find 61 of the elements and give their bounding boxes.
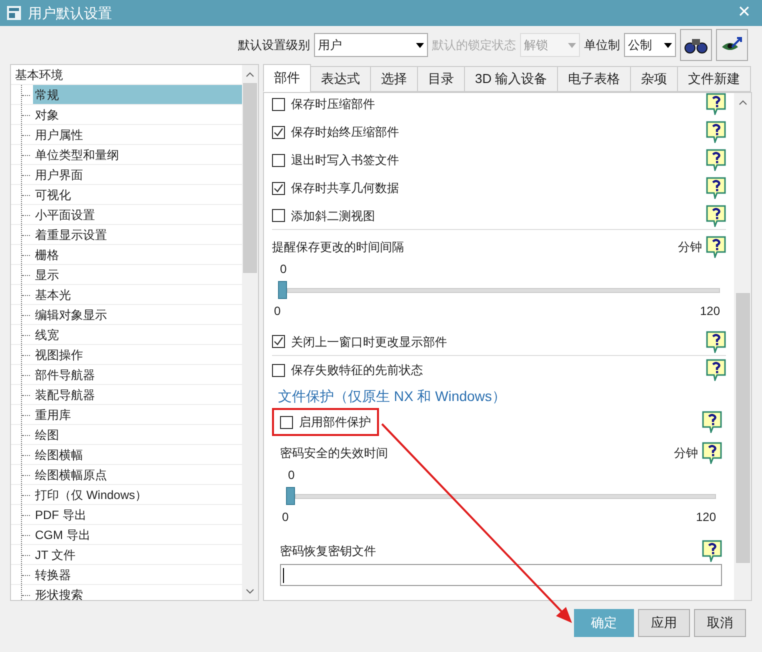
setting-label: 提醒保存更改的时间间隔	[272, 239, 404, 256]
checkbox-label: 保存时压缩部件	[291, 96, 375, 113]
tree-item[interactable]: 重用库	[33, 405, 242, 424]
tree-item[interactable]: CGM 导出	[33, 525, 242, 544]
tab[interactable]: 杂项	[630, 66, 678, 92]
checkbox-label: 保存失败特征的先前状态	[291, 362, 423, 379]
slider-value: 0	[279, 261, 288, 278]
setting-label: 密码恢复密钥文件	[280, 543, 376, 560]
tree-item[interactable]: 显示	[33, 265, 242, 284]
checkbox-label: 启用部件保护	[299, 414, 371, 431]
tab[interactable]: 文件新建	[677, 66, 752, 92]
checkbox-label: 保存时共享几何数据	[291, 180, 399, 197]
tree-item[interactable]: 线宽	[33, 325, 242, 344]
tree-item[interactable]: 可视化	[33, 185, 242, 204]
slider-min: 0	[273, 303, 281, 320]
tree-item[interactable]: 绘图横幅原点	[33, 465, 242, 484]
tree-item[interactable]: 用户属性	[33, 125, 242, 144]
tree-item[interactable]: 基本光	[33, 285, 242, 304]
dropdown[interactable]: 用户	[314, 33, 428, 57]
slider-value: 0	[287, 467, 296, 484]
unit-label: 分钟	[678, 239, 702, 256]
dialog-button[interactable]: 应用	[638, 609, 690, 637]
checkbox-label: 关闭上一窗口时更改显示部件	[291, 334, 447, 350]
tree-item[interactable]: 转换器	[33, 565, 242, 584]
field-label: 单位制	[584, 37, 620, 54]
slider-max: 120	[700, 303, 721, 320]
tree-item[interactable]: 部件导航器	[33, 365, 242, 384]
tree-item[interactable]: 小平面设置	[33, 205, 242, 224]
checkbox-label: 添加斜二测视图	[291, 208, 375, 224]
tab[interactable]: 目录	[417, 66, 465, 92]
tree-item[interactable]: PDF 导出	[33, 505, 242, 524]
window-title: 用户默认设置	[28, 4, 112, 22]
tab[interactable]: 表达式	[310, 66, 371, 92]
slider-min: 0	[281, 509, 289, 526]
slider-max: 120	[696, 509, 717, 526]
field-label: 默认设置级别	[238, 37, 310, 54]
tree-item[interactable]: 单位类型和量纲	[33, 145, 242, 164]
tab[interactable]: 部件	[263, 64, 311, 92]
setting-label: 密码安全的失效时间	[280, 445, 388, 462]
dropdown[interactable]: 公制	[624, 33, 676, 57]
unit-label: 分钟	[674, 445, 698, 462]
tree-item[interactable]: 编辑对象显示	[33, 305, 242, 324]
checkbox-label: 退出时写入书签文件	[291, 152, 399, 169]
tree-item[interactable]: 对象	[33, 105, 242, 124]
tree-item[interactable]: 着重显示设置	[33, 225, 242, 244]
tab[interactable]: 3D 输入设备	[464, 66, 558, 92]
tree-item[interactable]: JT 文件	[33, 545, 242, 564]
tab[interactable]: 电子表格	[557, 66, 632, 92]
tree-item[interactable]: 用户界面	[33, 165, 242, 184]
section-heading: 文件保护（仅原生 NX 和 Windows）	[277, 386, 507, 406]
field-label: 默认的锁定状态	[432, 37, 516, 54]
tree-item[interactable]: 绘图	[33, 425, 242, 444]
tree-item[interactable]: 绘图横幅	[33, 445, 242, 464]
checkbox-label: 保存时始终压缩部件	[291, 124, 399, 141]
tree-item[interactable]: 常规	[33, 85, 242, 104]
dialog-button[interactable]: 取消	[694, 609, 746, 637]
tab[interactable]: 选择	[370, 66, 418, 92]
tree-item[interactable]: 打印（仅 Windows）	[33, 485, 242, 504]
tree-item[interactable]: 视图操作	[33, 345, 242, 364]
tree-item[interactable]: 栅格	[33, 245, 242, 264]
tree-item[interactable]: 装配导航器	[33, 385, 242, 404]
